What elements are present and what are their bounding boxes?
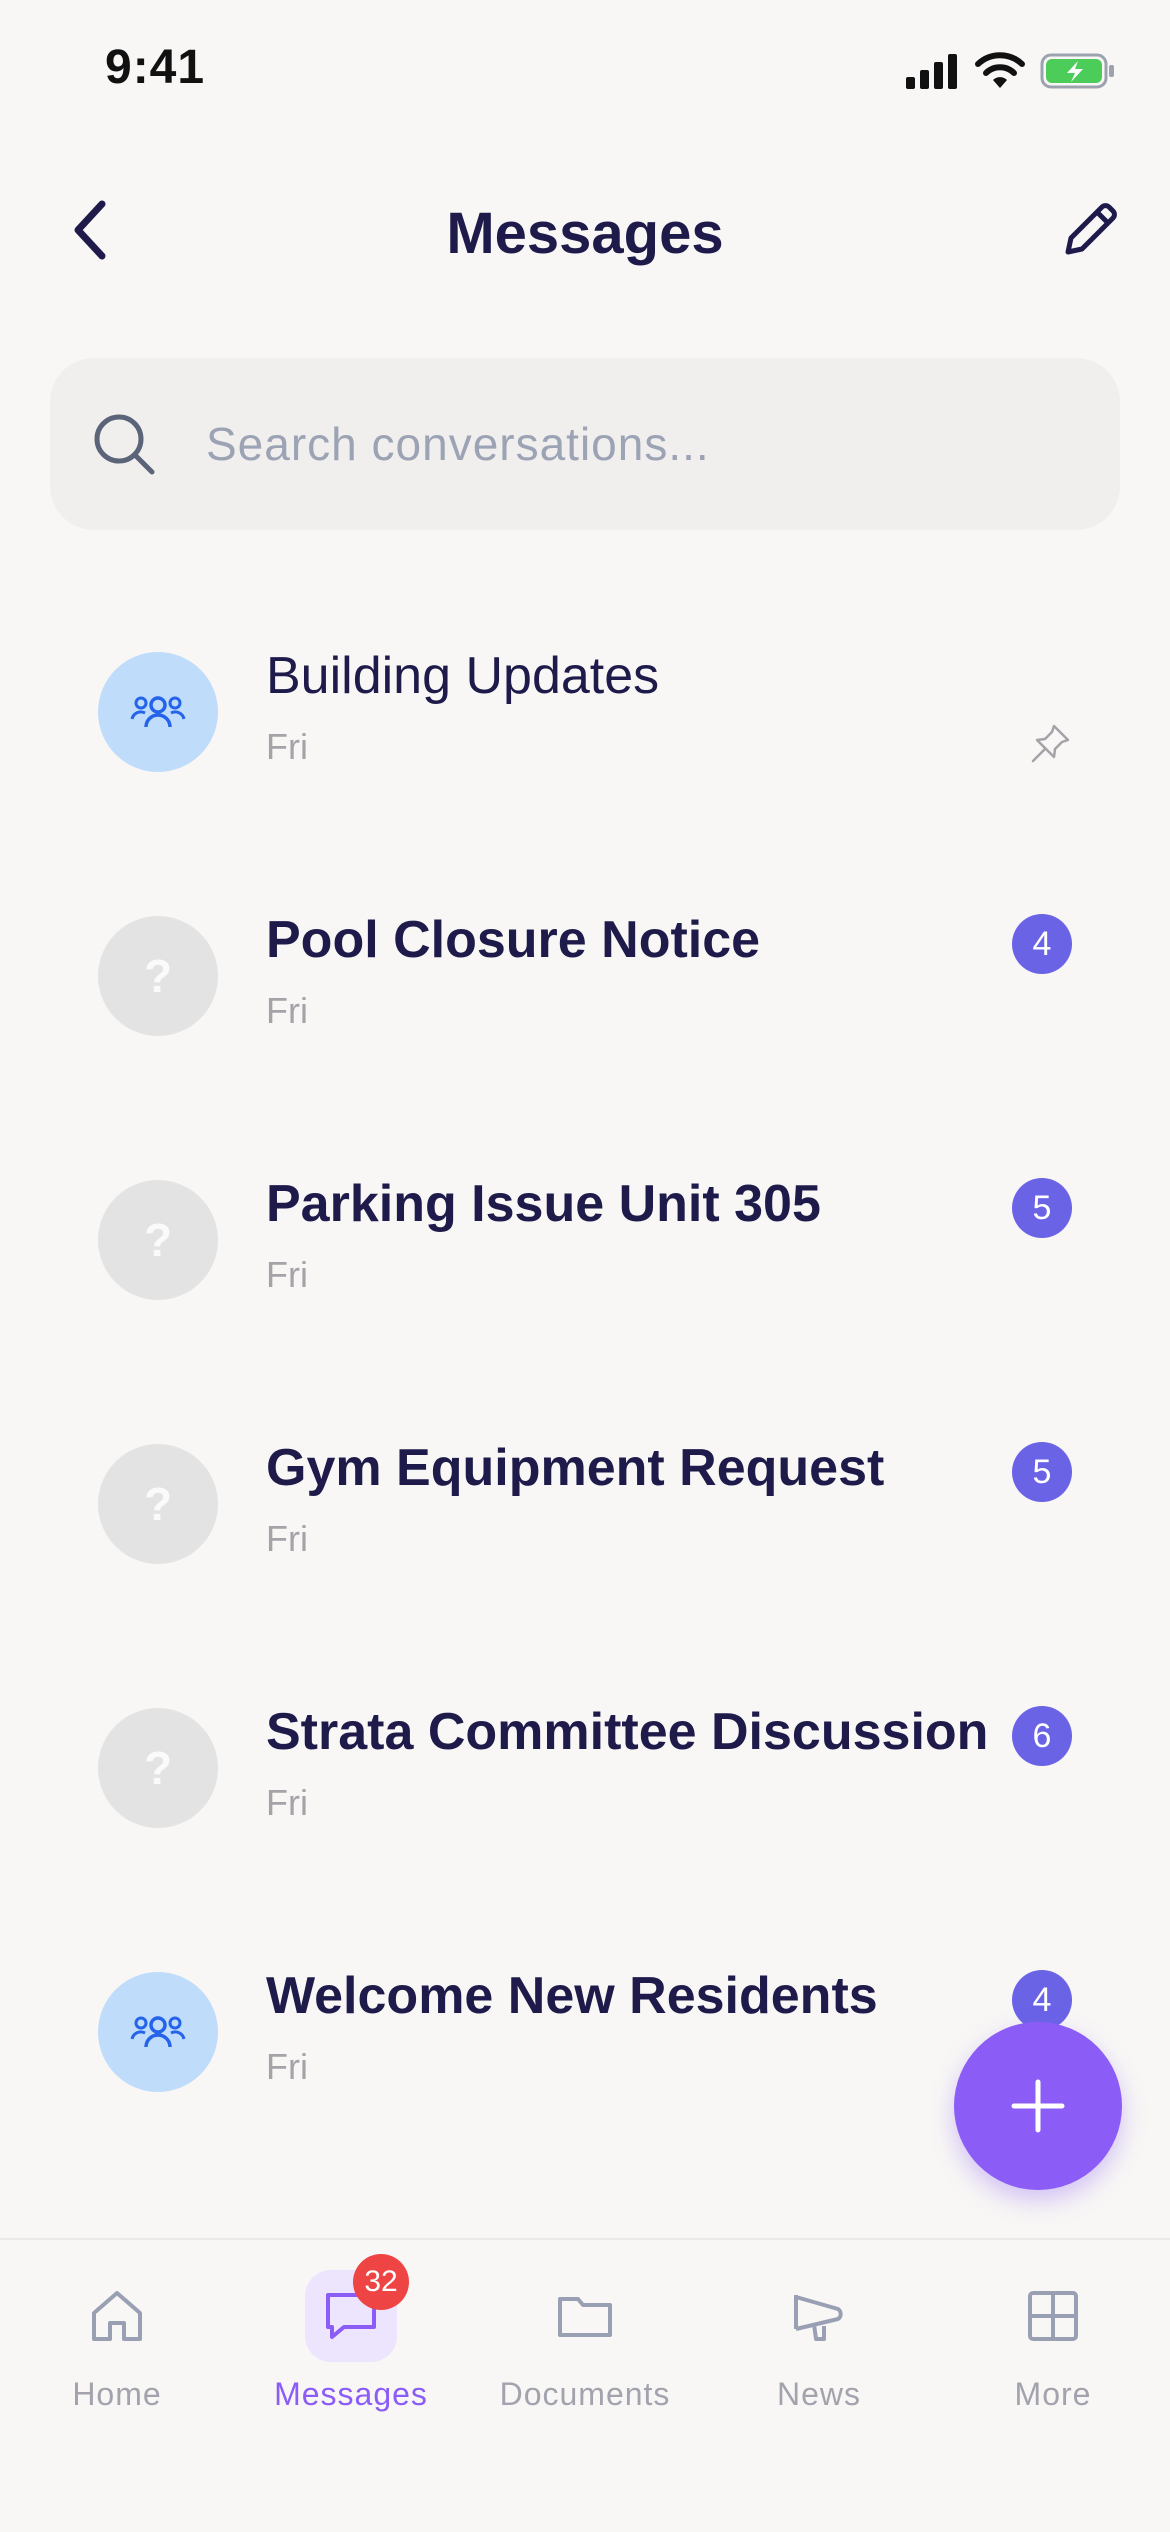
tab-label: Home bbox=[72, 2376, 162, 2412]
compose-button[interactable] bbox=[1050, 190, 1130, 270]
conversation-time: Fri bbox=[266, 1518, 308, 1559]
tab-documents[interactable]: Documents bbox=[468, 2270, 702, 2450]
megaphone-icon bbox=[794, 2295, 843, 2341]
pin-icon bbox=[1031, 724, 1070, 763]
status-icons bbox=[904, 52, 1116, 90]
conversation-row-strata-committee[interactable]: ? Strata Committee Discussion Fri 6 bbox=[0, 1638, 1170, 1902]
new-conversation-button[interactable] bbox=[954, 2022, 1122, 2190]
folder-icon bbox=[558, 2297, 612, 2337]
tab-label: News bbox=[776, 2376, 861, 2412]
conversation-list: Building Updates Fri ? Pool Closure Noti… bbox=[0, 582, 1170, 2166]
conversation-time: Fri bbox=[266, 1254, 308, 1295]
conversation-time: Fri bbox=[266, 2046, 308, 2087]
group-icon bbox=[130, 2016, 186, 2048]
conversation-title: Strata Committee Discussion bbox=[266, 1703, 989, 1761]
header: Messages bbox=[0, 170, 1170, 290]
unread-badge: 5 bbox=[1012, 1442, 1072, 1502]
messages-screen: 9:41 Messages Search conversations... Bu… bbox=[0, 0, 1170, 2532]
avatar: ? bbox=[98, 1180, 218, 1300]
search-icon bbox=[94, 414, 155, 475]
search-input[interactable] bbox=[206, 404, 1066, 484]
tab-label: Messages bbox=[274, 2376, 428, 2412]
home-icon bbox=[92, 2291, 142, 2341]
conversation-row-gym-equipment[interactable]: ? Gym Equipment Request Fri 5 bbox=[0, 1374, 1170, 1638]
group-icon bbox=[130, 696, 186, 728]
unread-badge: 6 bbox=[1012, 1706, 1072, 1766]
conversation-row-pool-closure[interactable]: ? Pool Closure Notice Fri 4 bbox=[0, 846, 1170, 1110]
wifi-icon bbox=[975, 52, 1025, 88]
conversation-row-building-updates[interactable]: Building Updates Fri bbox=[0, 582, 1170, 846]
conversation-title: Welcome New Residents bbox=[266, 1967, 878, 2025]
avatar: ? bbox=[98, 1444, 218, 1564]
conversation-title: Gym Equipment Request bbox=[266, 1439, 885, 1497]
conversation-title: Building Updates bbox=[266, 647, 660, 705]
tab-icon-wrap bbox=[539, 2270, 631, 2362]
tab-label: Documents bbox=[499, 2376, 671, 2412]
tab-news[interactable]: News bbox=[702, 2270, 936, 2450]
status-time: 9:41 bbox=[105, 41, 206, 94]
conversation-time: Fri bbox=[266, 990, 308, 1031]
tab-icon-wrap bbox=[773, 2270, 865, 2362]
conversation-row-parking-issue[interactable]: ? Parking Issue Unit 305 Fri 5 bbox=[0, 1110, 1170, 1374]
tab-icon-wrap bbox=[1007, 2270, 1099, 2362]
conversation-time: Fri bbox=[266, 726, 308, 767]
avatar bbox=[98, 652, 218, 772]
avatar: ? bbox=[98, 1708, 218, 1828]
conversation-title: Parking Issue Unit 305 bbox=[266, 1175, 821, 1233]
grid-icon bbox=[1028, 2291, 1078, 2341]
status-bar: 9:41 bbox=[0, 0, 1170, 150]
unread-badge: 4 bbox=[1012, 1970, 1072, 2030]
tab-badge: 32 bbox=[353, 2254, 409, 2310]
unread-badge: 5 bbox=[1012, 1178, 1072, 1238]
conversation-time: Fri bbox=[266, 1782, 308, 1823]
plus-icon bbox=[1011, 2079, 1065, 2133]
tab-label: More bbox=[1014, 2376, 1092, 2412]
bottom-tab-bar: Home 32 Messages Documents News More bbox=[0, 2238, 1170, 2532]
pencil-icon bbox=[1065, 203, 1117, 255]
conversation-title: Pool Closure Notice bbox=[266, 911, 761, 969]
cellular-signal-icon bbox=[906, 54, 957, 89]
tab-icon-wrap bbox=[71, 2270, 163, 2362]
tab-icon-wrap: 32 bbox=[305, 2254, 409, 2362]
avatar bbox=[98, 1972, 218, 2092]
tab-more[interactable]: More bbox=[936, 2270, 1170, 2450]
search-bar[interactable] bbox=[50, 358, 1120, 530]
avatar: ? bbox=[98, 916, 218, 1036]
unread-badge: 4 bbox=[1012, 914, 1072, 974]
tab-home[interactable]: Home bbox=[0, 2270, 234, 2450]
tab-messages[interactable]: 32 Messages bbox=[234, 2254, 468, 2450]
page-title: Messages bbox=[446, 201, 724, 266]
battery-charging-icon bbox=[1040, 53, 1114, 89]
